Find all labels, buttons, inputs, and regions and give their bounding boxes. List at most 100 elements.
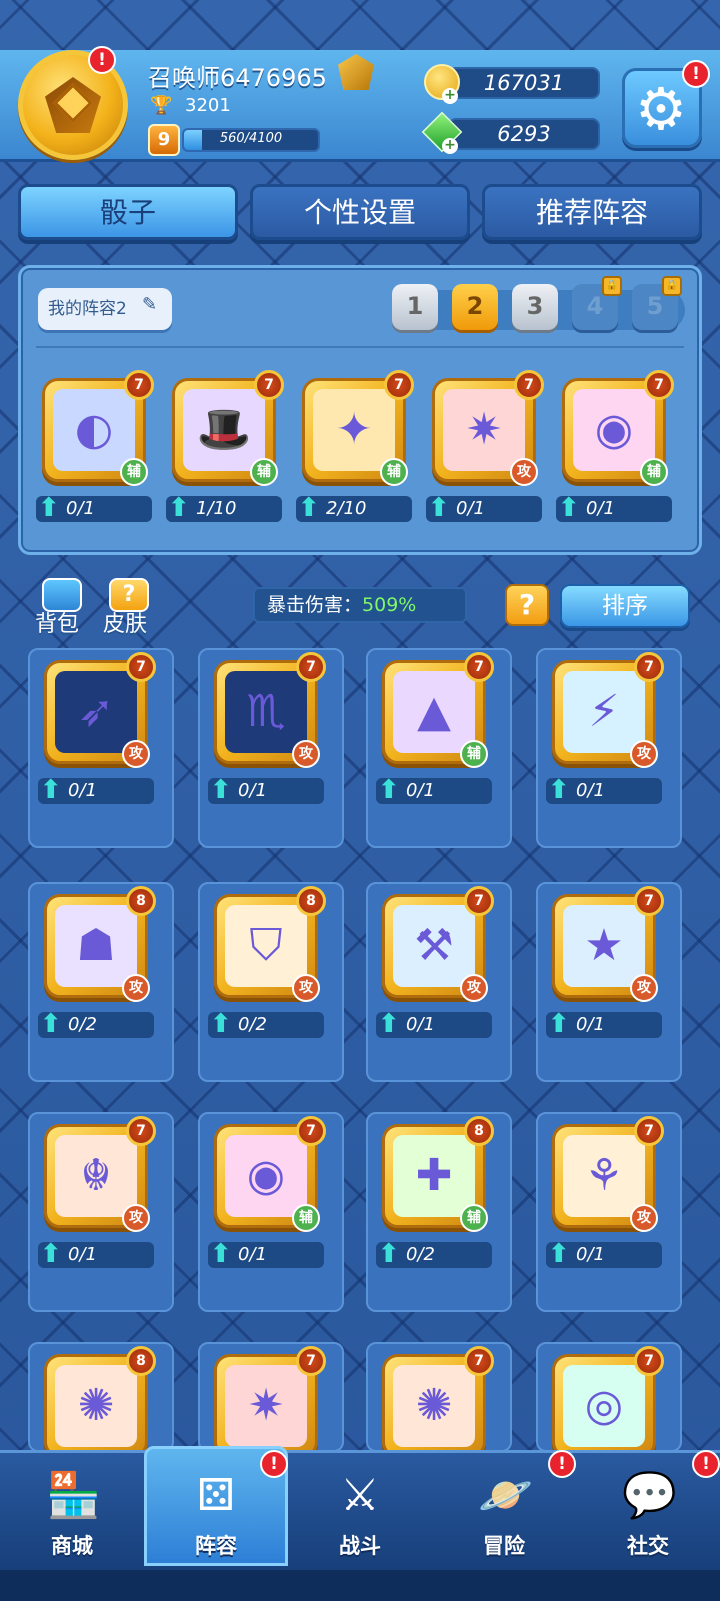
upgrade-progress: ⬆ 0/1	[426, 493, 542, 523]
witch-hat-icon: ▲	[393, 671, 475, 753]
nav-alert-badge: !	[260, 1450, 288, 1478]
skin-button[interactable]: 皮肤	[103, 606, 147, 638]
level-badge: 8	[126, 1346, 156, 1376]
role-badge: 攻	[630, 740, 658, 768]
lineup-slot-3[interactable]: 3	[512, 284, 558, 330]
tab-personalization[interactable]: 个性设置	[250, 184, 470, 240]
role-badge: 攻	[122, 1204, 150, 1232]
progress-text: 0/1	[66, 498, 95, 519]
level-badge: 7	[254, 370, 284, 400]
level-badge: 7	[514, 370, 544, 400]
lineup-slot-1[interactable]: 1	[392, 284, 438, 330]
gear-icon: ⚙	[635, 75, 687, 143]
chat-icon: 💬	[622, 1470, 677, 1521]
dice-card[interactable]: ◉ 7 辅 ⬆ 0/1	[556, 370, 676, 535]
sort-button[interactable]: 排序	[560, 584, 690, 628]
upgrade-arrow-icon: ⬆	[548, 775, 570, 805]
tab-dice[interactable]: 骰子	[18, 184, 238, 240]
dice-art: ⚒	[414, 920, 454, 971]
dice-card[interactable]: ☗ 8 攻 ⬆ 0/2	[38, 886, 158, 1051]
tab-recommended-lineup[interactable]: 推荐阵容	[482, 184, 702, 240]
dice-card[interactable]: ▲ 7 辅 ⬆ 0/1	[376, 652, 496, 817]
dice-card[interactable]: ✷ 7 攻 ⬆ 0/1	[426, 370, 546, 535]
crit-label: 暴击伤害：	[267, 594, 363, 616]
level-badge: 7	[634, 1116, 664, 1146]
progress-text: 0/1	[68, 1244, 97, 1265]
upgrade-progress: ⬆ 0/2	[376, 1240, 492, 1268]
upgrade-progress: ⬆ 0/1	[208, 1240, 324, 1268]
puzzle-icon: ✦	[313, 389, 395, 471]
dice-art: ✷	[247, 1380, 285, 1431]
swords-icon: ⚔	[340, 1470, 380, 1521]
add-gold-button[interactable]: +	[442, 88, 458, 104]
dice-card[interactable]: ✦ 7 辅 ⬆ 2/10	[296, 370, 416, 535]
dice-card[interactable]: 🎩 7 辅 ⬆ 1/10	[166, 370, 286, 535]
claw-icon: ⚘	[563, 1135, 645, 1217]
role-badge: 攻	[292, 740, 320, 768]
scorpion-icon: ♏	[225, 671, 307, 753]
hammer-icon: ⚒	[393, 905, 475, 987]
upgrade-progress: ⬆ 0/1	[376, 776, 492, 804]
crit-value: 509%	[362, 594, 417, 616]
dice-card[interactable]: ◉ 7 辅 ⬆ 0/1	[208, 1116, 328, 1281]
dice-art: ⚡	[588, 686, 620, 737]
dice-art: ✺	[77, 1380, 115, 1431]
role-badge: 辅	[640, 458, 668, 486]
role-badge: 攻	[630, 1204, 658, 1232]
upgrade-arrow-icon: ⬆	[38, 493, 60, 523]
edit-pencil-icon[interactable]: ✎	[142, 294, 157, 315]
dice-art: ⛉	[249, 920, 283, 971]
ring-icon: ◎	[563, 1365, 645, 1447]
level-badge: 7	[634, 652, 664, 682]
dice-card[interactable]: ➶ 7 攻 ⬆ 0/1	[38, 652, 158, 817]
progress-text: 0/1	[238, 1244, 267, 1265]
progress-text: 0/2	[406, 1244, 435, 1265]
level-badge: 7	[464, 1346, 494, 1376]
trophy-count: 3201	[185, 95, 231, 116]
backpack-button[interactable]: 背包	[35, 606, 79, 638]
dice-art: ☬	[80, 1150, 112, 1201]
dice-card[interactable]: ☬ 7 攻 ⬆ 0/1	[38, 1116, 158, 1281]
progress-text: 2/10	[326, 498, 367, 519]
dice-card[interactable]: ⛉ 8 攻 ⬆ 0/2	[208, 886, 328, 1051]
role-badge: 辅	[460, 740, 488, 768]
add-gems-button[interactable]: +	[442, 138, 458, 154]
upgrade-progress: ⬆ 0/1	[546, 1010, 662, 1038]
eye-icon: ◉	[225, 1135, 307, 1217]
upgrade-arrow-icon: ⬆	[210, 775, 232, 805]
nav-label: 社交	[627, 1534, 669, 1558]
lineup-slot-2[interactable]: 2	[452, 284, 498, 330]
upgrade-progress: ⬆ 0/1	[38, 1240, 154, 1268]
level-badge: 8	[296, 886, 326, 916]
dice-card[interactable]: ◐ 7 辅 ⬆ 0/1	[36, 370, 156, 535]
dice-card[interactable]: ✚ 8 辅 ⬆ 0/2	[376, 1116, 496, 1281]
mask-icon: ◐	[53, 389, 135, 471]
upgrade-progress: ⬆ 0/1	[376, 1010, 492, 1038]
role-badge: 攻	[122, 740, 150, 768]
role-badge: 辅	[460, 1204, 488, 1232]
nav-label: 冒险	[483, 1534, 525, 1558]
dice-art: ◐	[74, 404, 114, 455]
dice-card[interactable]: ⚡ 7 攻 ⬆ 0/1	[546, 652, 666, 817]
gold-amount: 167031	[448, 67, 600, 99]
dice-art: ♏	[246, 686, 286, 737]
upgrade-arrow-icon: ⬆	[210, 1009, 232, 1039]
upgrade-progress: ⬆ 2/10	[296, 494, 412, 522]
level-badge: 7	[296, 652, 326, 682]
dice-art: 🎩	[196, 404, 252, 455]
upgrade-arrow-icon: ⬆	[428, 493, 450, 523]
dice-card[interactable]: ⚒ 7 攻 ⬆ 0/1	[376, 886, 496, 1051]
settings-alert-badge: !	[682, 60, 710, 88]
shuriken-icon: ✷	[225, 1365, 307, 1447]
dice-art: ✺	[415, 1380, 453, 1431]
upgrade-arrow-icon: ⬆	[548, 1239, 570, 1269]
dice-card[interactable]: ♏ 7 攻 ⬆ 0/1	[208, 652, 328, 817]
dice-card[interactable]: ⚘ 7 攻 ⬆ 0/1	[546, 1116, 666, 1281]
nav-shop[interactable]: 🏪 商城	[0, 1450, 144, 1570]
help-button[interactable]: ?	[505, 584, 549, 626]
nav-swords[interactable]: ⚔ 战斗	[288, 1450, 432, 1570]
dice-art: ◎	[584, 1380, 624, 1431]
eye-icon: ◉	[573, 389, 655, 471]
dice-card[interactable]: ★ 7 攻 ⬆ 0/1	[546, 886, 666, 1051]
shuriken-icon: ✷	[443, 389, 525, 471]
